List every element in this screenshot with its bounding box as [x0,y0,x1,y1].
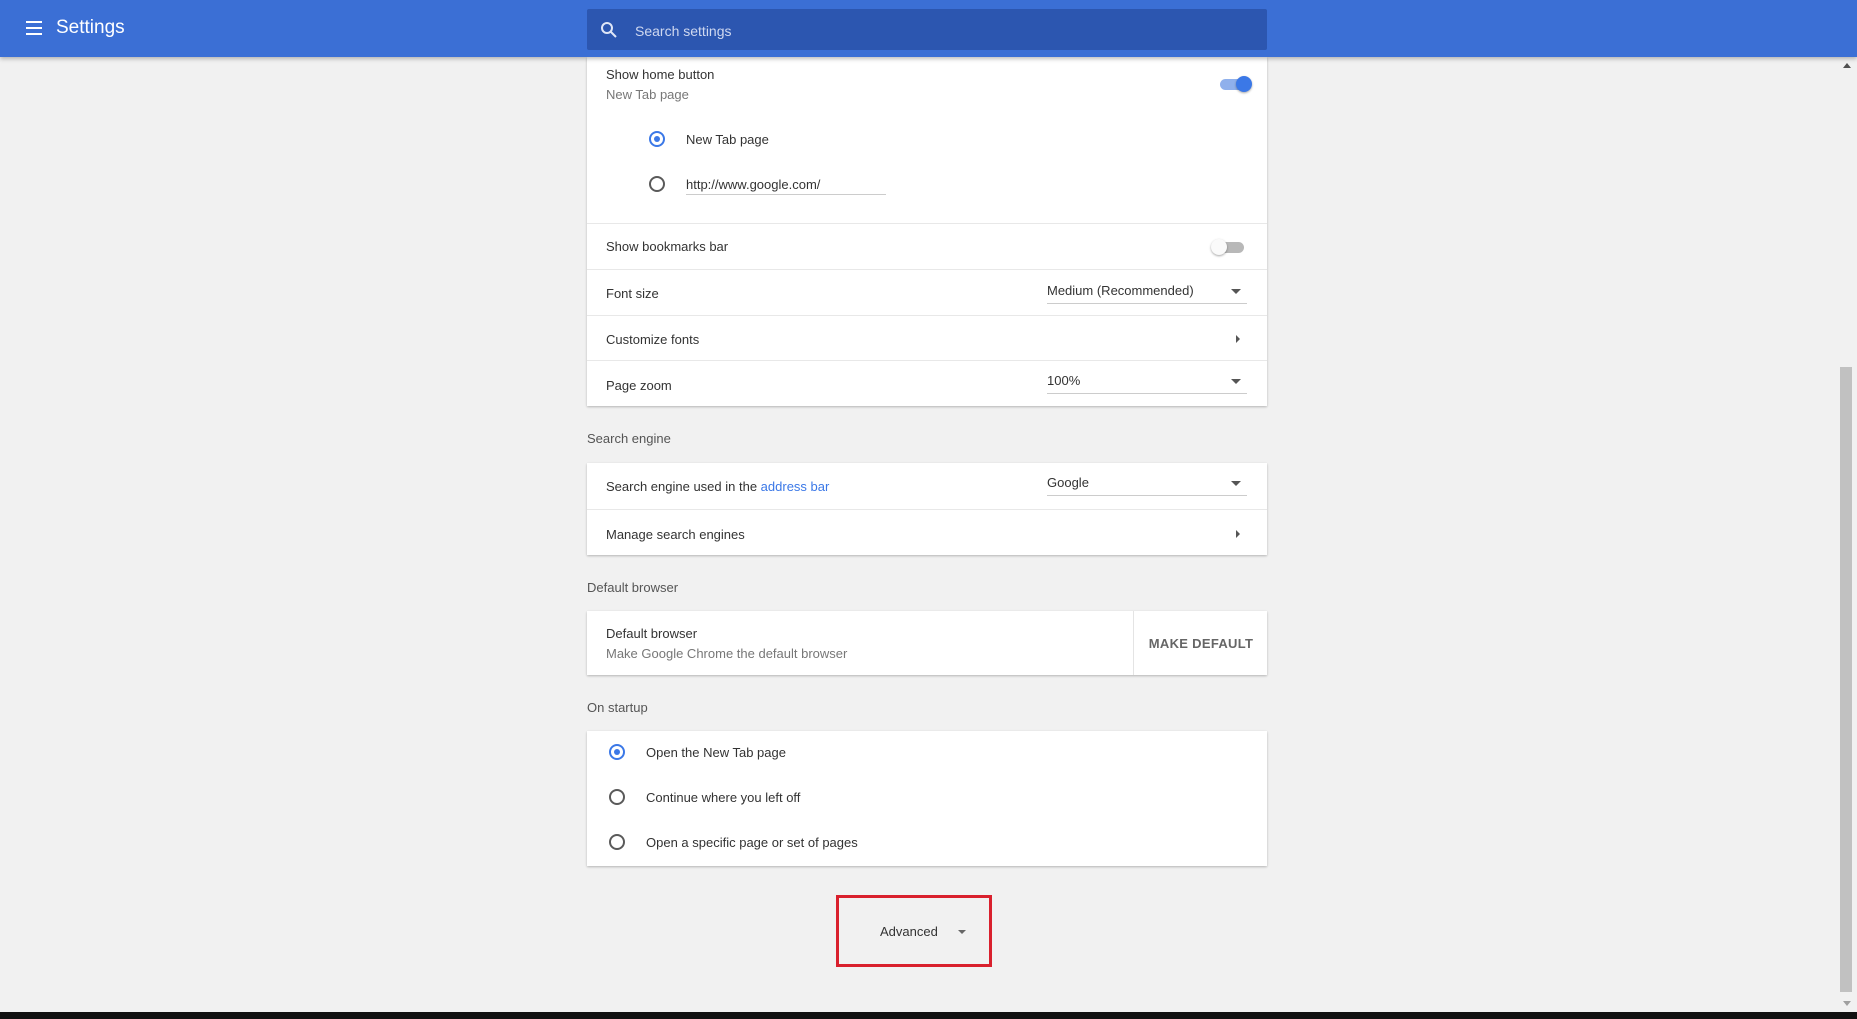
home-button-sublabel: New Tab page [606,87,689,102]
toggle-knob [1211,239,1227,255]
home-option-new-tab-label[interactable]: New Tab page [686,132,769,147]
font-size-value: Medium (Recommended) [1047,283,1194,298]
manage-search-engines-row[interactable]: Manage search engines [587,509,1267,556]
dropdown-arrow-icon [1231,379,1241,384]
startup-option-new-tab-radio[interactable] [609,744,625,760]
search-engine-used-row: Search engine used in the address bar Go… [587,463,1267,509]
scroll-down-arrow-icon[interactable] [1843,1001,1851,1006]
startup-option-continue-radio[interactable] [609,789,625,805]
search-engine-section-title: Search engine [587,431,671,446]
search-icon [601,22,617,38]
search-engine-value: Google [1047,475,1089,490]
hamburger-menu-icon[interactable] [24,19,44,37]
address-bar-link[interactable]: address bar [761,479,830,494]
home-option-custom-url-radio[interactable] [649,176,665,192]
page-zoom-value: 100% [1047,373,1081,388]
customize-fonts-row[interactable]: Customize fonts [587,315,1267,361]
on-startup-section-title: On startup [587,700,648,715]
dropdown-arrow-icon [1231,481,1241,486]
page-title: Settings [56,17,125,38]
manage-search-engines-label: Manage search engines [606,527,745,542]
search-engine-used-label: Search engine used in the address bar [606,479,829,494]
search-engine-select[interactable]: Google [1047,473,1247,496]
bookmarks-bar-toggle[interactable] [1211,238,1247,256]
toggle-knob [1236,76,1252,92]
scroll-up-arrow-icon[interactable] [1843,63,1851,68]
default-browser-section-title: Default browser [587,580,679,595]
home-button-label: Show home button [606,67,715,82]
bookmarks-bar-label: Show bookmarks bar [606,239,729,254]
vertical-scrollbar[interactable] [1837,57,1857,1010]
advanced-label: Advanced [880,924,938,939]
home-url-field[interactable] [686,174,886,195]
chevron-down-icon [958,930,966,934]
home-button-toggle[interactable] [1217,75,1253,93]
search-input[interactable] [633,9,1257,52]
page-zoom-row: Page zoom 100% [587,360,1267,407]
font-size-row: Font size Medium (Recommended) [587,269,1267,316]
make-default-button[interactable]: MAKE DEFAULT [1133,611,1268,675]
advanced-button[interactable]: Advanced [880,919,980,945]
home-option-new-tab-radio[interactable] [649,131,665,147]
chevron-right-icon [1236,530,1240,538]
page-zoom-label: Page zoom [606,378,672,393]
chevron-right-icon [1236,335,1240,343]
scrollbar-thumb[interactable] [1840,367,1852,992]
font-size-label: Font size [606,286,659,301]
search-box[interactable] [587,9,1267,52]
startup-option-specific-pages-label[interactable]: Open a specific page or set of pages [646,835,858,850]
app-header: Settings [0,0,1857,57]
appearance-card: Show home button New Tab page New Tab pa… [587,57,1267,406]
customize-fonts-label: Customize fonts [606,332,700,347]
default-browser-card: Default browser Make Google Chrome the d… [587,611,1267,675]
startup-option-continue-label[interactable]: Continue where you left off [646,790,800,805]
font-size-select[interactable]: Medium (Recommended) [1047,281,1247,304]
default-browser-label: Default browser [606,626,698,641]
page-zoom-select[interactable]: 100% [1047,371,1247,394]
on-startup-card: Open the New Tab page Continue where you… [587,731,1267,866]
home-button-row: Show home button New Tab page New Tab pa… [587,57,1267,223]
search-engine-card: Search engine used in the address bar Go… [587,463,1267,555]
default-browser-sublabel: Make Google Chrome the default browser [606,646,848,661]
startup-option-new-tab-label[interactable]: Open the New Tab page [646,745,786,760]
window-bottom-edge [0,1012,1857,1019]
search-engine-used-prefix: Search engine used in the [606,479,761,494]
bookmarks-bar-row: Show bookmarks bar [587,223,1267,270]
dropdown-arrow-icon [1231,289,1241,294]
startup-option-specific-pages-radio[interactable] [609,834,625,850]
